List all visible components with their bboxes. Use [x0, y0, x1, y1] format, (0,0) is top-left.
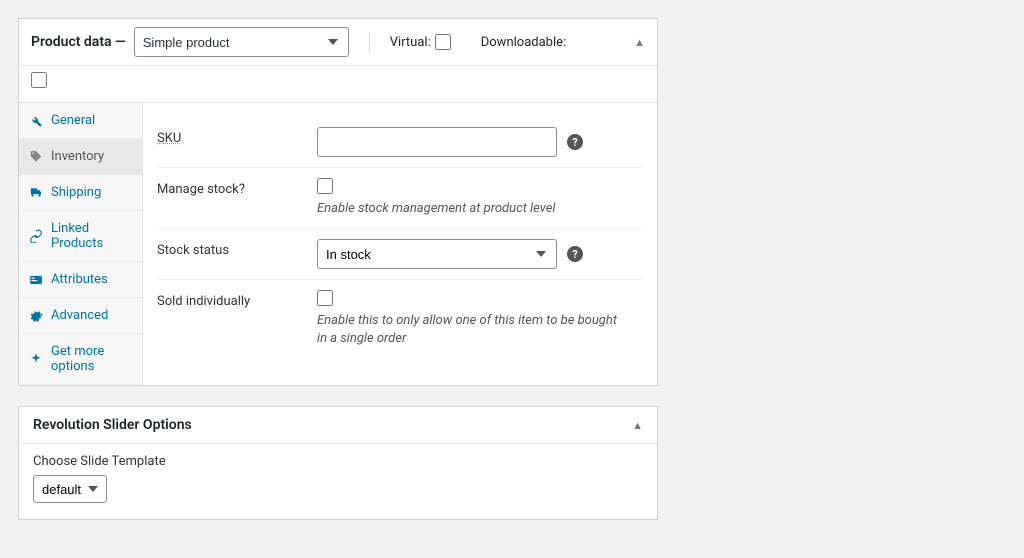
- tab-general[interactable]: General: [19, 103, 142, 139]
- help-icon[interactable]: ?: [567, 134, 583, 150]
- slider-panel-title: Revolution Slider Options: [33, 417, 192, 433]
- stock-status-label: Stock status: [157, 239, 317, 258]
- inventory-content: SKU ? Manage stock? Enable stock managem…: [143, 103, 657, 385]
- tab-label: Advanced: [51, 308, 108, 323]
- product-data-panel: Product data — Simple product Virtual: D…: [18, 18, 658, 386]
- sold-individually-row: Sold individually Enable this to only al…: [157, 280, 643, 358]
- stock-status-select[interactable]: In stock: [317, 239, 557, 269]
- header-second-row: [19, 66, 657, 102]
- manage-stock-checkbox[interactable]: [317, 178, 333, 194]
- revolution-slider-panel: Revolution Slider Options ▲ Choose Slide…: [18, 406, 658, 520]
- sparkle-icon: [29, 352, 43, 366]
- id-card-icon: [29, 273, 43, 287]
- product-tabs: General Inventory Shipping Linked Produc…: [19, 103, 143, 385]
- truck-icon: [29, 186, 43, 200]
- tab-get-more[interactable]: Get more options: [19, 334, 142, 385]
- header-divider: [369, 32, 370, 52]
- sold-individually-label: Sold individually: [157, 290, 317, 309]
- tag-icon: [29, 150, 43, 164]
- collapse-toggle[interactable]: ▲: [632, 419, 643, 432]
- sku-row: SKU ?: [157, 117, 643, 168]
- gear-icon: [29, 309, 43, 323]
- link-icon: [29, 229, 43, 243]
- manage-stock-row: Manage stock? Enable stock management at…: [157, 168, 643, 229]
- tab-label: Shipping: [51, 185, 101, 200]
- tab-shipping[interactable]: Shipping: [19, 175, 142, 211]
- tab-inventory[interactable]: Inventory: [19, 139, 142, 175]
- virtual-checkbox[interactable]: [435, 34, 451, 50]
- downloadable-label: Downloadable:: [481, 35, 566, 50]
- wrench-icon: [29, 114, 43, 128]
- tab-label: Attributes: [51, 272, 108, 287]
- manage-stock-hint: Enable stock management at product level: [317, 200, 617, 218]
- help-icon[interactable]: ?: [567, 246, 583, 262]
- sold-individually-hint: Enable this to only allow one of this it…: [317, 312, 617, 348]
- product-data-header: Product data — Simple product Virtual: D…: [19, 19, 657, 66]
- slider-panel-body: Choose Slide Template default: [19, 444, 657, 519]
- slider-panel-header: Revolution Slider Options ▲: [19, 407, 657, 444]
- product-data-body: General Inventory Shipping Linked Produc…: [19, 102, 657, 385]
- tab-label: Get more options: [51, 344, 132, 374]
- manage-stock-label: Manage stock?: [157, 178, 317, 197]
- choose-template-label: Choose Slide Template: [33, 454, 643, 469]
- downloadable-label-text: Downloadable:: [481, 35, 566, 50]
- sold-individually-checkbox[interactable]: [317, 290, 333, 306]
- tab-label: General: [51, 113, 95, 128]
- tab-label: Inventory: [51, 149, 104, 164]
- virtual-label: Virtual:: [390, 34, 451, 50]
- virtual-label-text: Virtual:: [390, 35, 431, 50]
- tab-label: Linked Products: [51, 221, 132, 251]
- tab-linked-products[interactable]: Linked Products: [19, 211, 142, 262]
- sku-label: SKU: [157, 127, 317, 146]
- tab-advanced[interactable]: Advanced: [19, 298, 142, 334]
- product-type-select[interactable]: Simple product: [134, 27, 349, 57]
- downloadable-checkbox[interactable]: [31, 72, 47, 88]
- slide-template-select[interactable]: default: [33, 475, 107, 503]
- product-data-title: Product data —: [31, 34, 126, 50]
- stock-status-row: Stock status In stock ?: [157, 229, 643, 280]
- sku-input[interactable]: [317, 127, 557, 157]
- collapse-toggle[interactable]: ▲: [634, 36, 645, 49]
- tab-attributes[interactable]: Attributes: [19, 262, 142, 298]
